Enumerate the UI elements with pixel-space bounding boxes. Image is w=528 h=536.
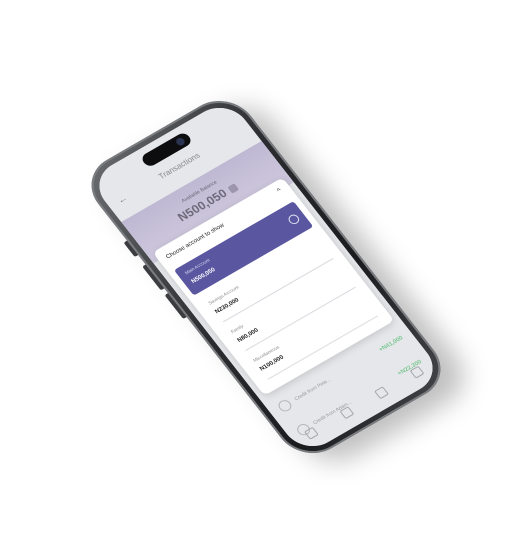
transfer-icon[interactable] <box>339 406 355 420</box>
profile-icon[interactable] <box>409 365 425 379</box>
action-button <box>123 240 139 257</box>
eye-icon[interactable] <box>227 183 239 194</box>
check-icon <box>286 212 302 226</box>
transaction-icon <box>276 398 294 414</box>
back-arrow-icon[interactable]: ← <box>115 193 130 207</box>
phone-mockup: ← Transactions Available Balance N500,05… <box>77 88 455 466</box>
chevron-up-icon[interactable]: ^ <box>276 188 283 195</box>
stage: ← Transactions Available Balance N500,05… <box>0 0 528 536</box>
camera-icon <box>174 136 187 147</box>
home-icon[interactable] <box>304 426 320 440</box>
phone-screen: ← Transactions Available Balance N500,05… <box>87 98 445 456</box>
cards-icon[interactable] <box>374 386 390 400</box>
transaction-amount: +N41,000 <box>378 335 405 354</box>
account-amount: N80,000 <box>236 327 260 344</box>
account-name: Family <box>229 323 245 335</box>
